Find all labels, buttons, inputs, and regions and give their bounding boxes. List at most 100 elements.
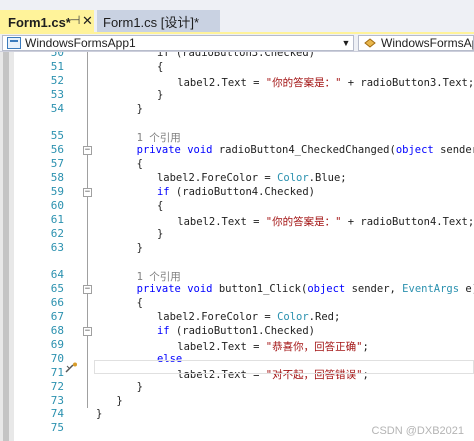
code-token: button1_Click( — [218, 283, 308, 296]
line-number: 71 — [50, 365, 64, 379]
code-line[interactable]: private void button1_Click(object sender… — [137, 283, 474, 295]
code-token: if (radioButton3.Checked) — [156, 52, 315, 59]
code-token: label2.Text = — [177, 76, 266, 89]
current-line-highlight — [94, 360, 474, 374]
type-name: Color — [277, 172, 309, 185]
line-number: 53 — [50, 87, 64, 101]
line-number: 64 — [50, 268, 64, 282]
code-line[interactable]: label2.ForeColor = Color.Blue; — [157, 172, 347, 184]
string-literal: "恭喜你，回答正确" — [265, 340, 363, 353]
collapse-toggle-icon[interactable]: − — [83, 285, 92, 295]
code-line[interactable]: 1 个引用 — [137, 130, 181, 145]
code-line[interactable]: label2.Text = "你的答案是：" + radioButton4.Te… — [177, 214, 474, 229]
line-number: 61 — [50, 212, 64, 226]
line-number: 51 — [50, 59, 64, 73]
keyword: if — [156, 325, 170, 337]
keyword: object — [395, 144, 434, 157]
line-number: 66 — [50, 296, 64, 310]
code-line[interactable]: } — [137, 381, 143, 393]
tab-form1-designer[interactable]: Form1.cs [设计]* — [97, 10, 220, 32]
line-number: 55 — [50, 129, 64, 143]
code-line[interactable]: if (radioButton3.Checked) — [157, 52, 315, 59]
code-line[interactable]: 1 个引用 — [137, 269, 181, 284]
code-token: } — [136, 241, 143, 254]
code-token: } — [156, 227, 164, 240]
project-dropdown-value: WindowsFormsApp1 — [25, 36, 136, 50]
reference-count[interactable]: 1 个引用 — [137, 271, 181, 283]
keyword: private void — [136, 144, 219, 157]
line-number: 52 — [50, 73, 64, 87]
line-number: 75 — [50, 421, 64, 435]
string-literal: "你的答案是：" — [265, 215, 342, 228]
code-token: } — [156, 88, 164, 101]
change-tracking-bar — [3, 52, 11, 441]
line-number: 58 — [50, 171, 64, 185]
code-token: (radioButton4.Checked) — [169, 186, 316, 198]
code-token: .Red; — [308, 311, 341, 324]
line-number: 70 — [50, 351, 64, 365]
collapse-toggle-icon[interactable]: − — [83, 188, 92, 197]
code-token: { — [136, 297, 143, 310]
code-line[interactable]: } — [96, 408, 102, 420]
line-number: 54 — [50, 101, 64, 115]
line-number: 74 — [50, 407, 64, 421]
close-icon[interactable]: ✕ — [82, 13, 93, 29]
code-token: (radioButton1.Checked) — [169, 325, 316, 337]
reference-count[interactable]: 1 个引用 — [137, 132, 181, 144]
code-line[interactable]: if (radioButton1.Checked) — [157, 325, 315, 337]
code-token: label2.ForeColor = — [156, 311, 278, 324]
document-tab-strip: Form1.cs* ⊣ ✕ Form1.cs [设计]* — [0, 0, 474, 32]
code-token: sender, — [345, 283, 403, 296]
type-name: EventArgs — [402, 283, 460, 296]
code-line[interactable]: } — [157, 89, 163, 101]
navigation-bar: WindowsFormsApp1 ▼ WindowsFormsApp1 — [0, 34, 474, 52]
code-token: { — [156, 199, 164, 212]
code-line[interactable]: label2.Text = "你的答案是：" + radioButton3.Te… — [177, 75, 474, 90]
line-number: 65 — [50, 282, 64, 296]
code-line[interactable]: } — [137, 242, 143, 254]
code-token: + radioButton3.Text; — [341, 76, 474, 89]
code-token: } — [96, 408, 103, 421]
keyword: if — [156, 186, 170, 198]
code-token: { — [156, 60, 164, 73]
code-line[interactable]: label2.ForeColor = Color.Red; — [157, 311, 340, 323]
code-token: + radioButton4.Text; — [341, 215, 474, 228]
code-line[interactable]: label2.Text = "恭喜你，回答正确"; — [177, 339, 369, 354]
pin-icon[interactable]: ⊣ — [70, 13, 80, 27]
type-dropdown[interactable]: WindowsFormsApp1 — [358, 35, 474, 51]
code-token: } — [136, 380, 143, 393]
outline-guide — [87, 52, 88, 408]
tab-label: Form1.cs [设计]* — [103, 14, 200, 30]
code-editor[interactable]: 50 if (radioButton3.Checked) 51 {52 label2.T… — [0, 52, 474, 441]
type-name: Color — [277, 311, 309, 324]
code-line[interactable]: if (radioButton4.Checked) — [157, 186, 315, 198]
line-number: 72 — [50, 379, 64, 393]
line-number: 73 — [50, 393, 64, 407]
collapse-toggle-icon[interactable]: − — [83, 146, 92, 156]
code-line[interactable]: { — [137, 297, 143, 309]
line-number: 57 — [50, 157, 64, 171]
tab-form1-cs[interactable]: Form1.cs* ⊣ ✕ — [0, 10, 94, 32]
csharp-project-icon — [7, 37, 21, 49]
code-token: e) — [465, 283, 474, 296]
watermark: CSDN @DXB2021 — [371, 425, 464, 437]
code-line[interactable]: } — [116, 395, 122, 407]
collapse-toggle-icon[interactable]: − — [83, 327, 92, 336]
keyword: object — [307, 283, 346, 296]
code-line[interactable]: { — [157, 61, 163, 73]
code-line[interactable]: } — [137, 103, 143, 115]
code-line[interactable]: { — [137, 158, 143, 170]
quick-actions-icon[interactable] — [64, 361, 80, 373]
code-line[interactable]: } — [157, 228, 163, 240]
code-line[interactable]: private void radioButton4_CheckedChanged… — [137, 144, 474, 156]
line-number: 59 — [50, 185, 64, 198]
type-dropdown-value: WindowsFormsApp1 — [381, 36, 473, 50]
code-line[interactable]: { — [157, 200, 163, 212]
project-dropdown[interactable]: WindowsFormsApp1 ▼ — [2, 35, 354, 51]
code-token: } — [136, 102, 143, 115]
line-number: 56 — [50, 143, 64, 157]
code-token: ; — [362, 340, 369, 353]
code-token: label2.ForeColor = — [156, 172, 278, 185]
line-number: 68 — [50, 324, 64, 337]
chevron-down-icon[interactable]: ▼ — [339, 38, 353, 48]
